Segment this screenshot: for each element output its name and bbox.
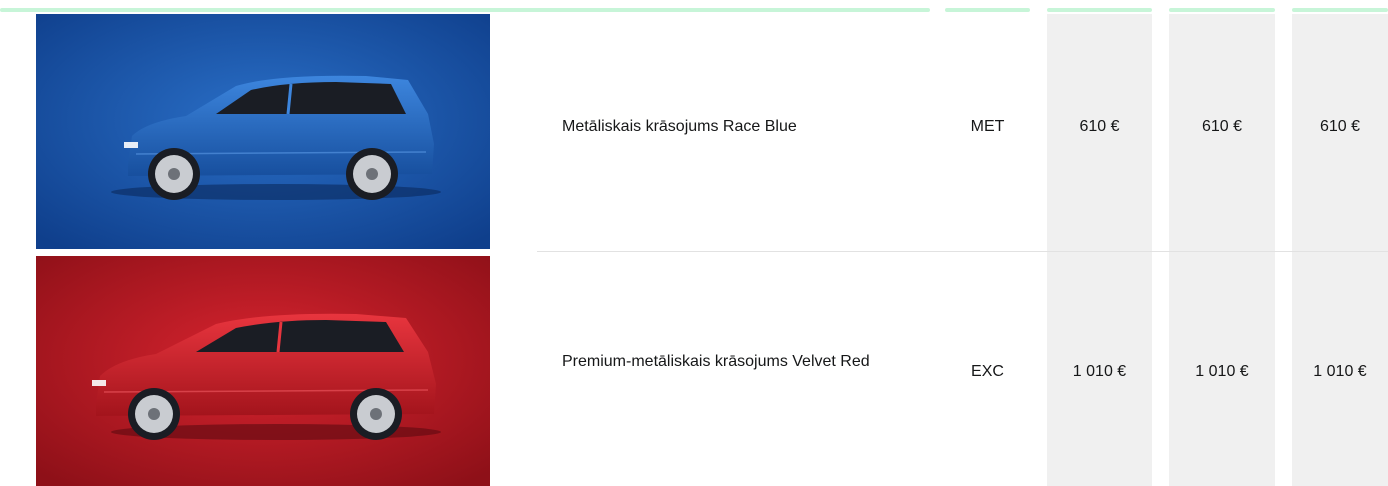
paint-code: MET: [970, 118, 1005, 135]
paint-name: Premium-metāliskais krāsojums Velvet Red: [562, 353, 870, 370]
color-options-table: Metāliskais krāsojums Race Blue MET 610 …: [0, 0, 1388, 486]
header-accent-bar: [1169, 8, 1275, 12]
car-velvet-red-icon: [36, 256, 490, 486]
table-row: Metāliskais krāsojums Race Blue MET 610 …: [0, 14, 1388, 249]
car-race-blue-icon: [36, 14, 490, 249]
price-cell: 1 010 €: [1195, 363, 1249, 380]
header-accent-bar: [0, 8, 930, 12]
row-divider: [537, 251, 1388, 252]
paint-code: EXC: [971, 363, 1004, 380]
price-cell: 610 €: [1079, 118, 1120, 135]
table-row: Premium-metāliskais krāsojums Velvet Red…: [0, 256, 1388, 486]
price-cell: 610 €: [1319, 118, 1361, 135]
header-accent-bar: [1292, 8, 1388, 12]
price-cell: 1 010 €: [1072, 363, 1127, 380]
paint-name: Metāliskais krāsojums Race Blue: [562, 118, 797, 135]
price-cell: 610 €: [1201, 118, 1243, 135]
header-accent-bar: [1047, 8, 1152, 12]
price-cell: 1 010 €: [1313, 363, 1367, 380]
header-accent-bar: [945, 8, 1030, 12]
